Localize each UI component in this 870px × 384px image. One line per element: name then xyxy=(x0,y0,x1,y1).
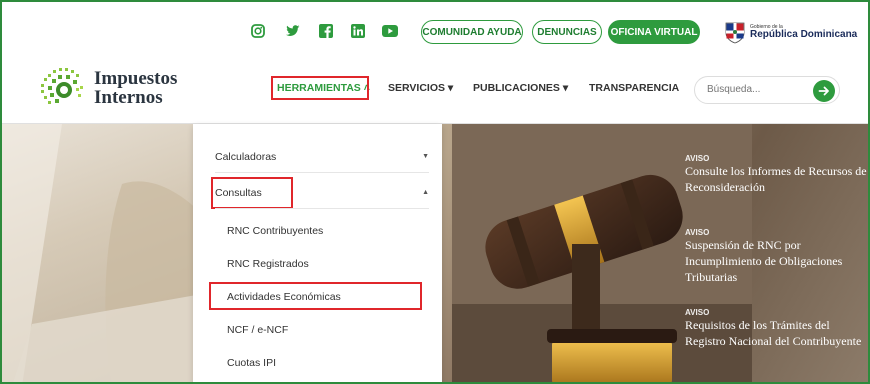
chevron-up-icon: ▲ xyxy=(422,189,429,196)
divider xyxy=(215,172,429,173)
top-bar: COMUNIDAD AYUDA DENUNCIAS OFICINA VIRTUA… xyxy=(2,2,868,52)
coat-of-arms-icon xyxy=(725,22,745,44)
page-frame: COMUNIDAD AYUDA DENUNCIAS OFICINA VIRTUA… xyxy=(0,0,870,384)
highlight-herramientas xyxy=(271,76,369,100)
highlight-actividades xyxy=(209,282,422,310)
news-title: Consulte los Informes de Recursos de Rec… xyxy=(685,164,867,194)
linkedin-icon[interactable] xyxy=(350,23,366,39)
news-title: Suspensión de RNC por Incumplimiento de … xyxy=(685,238,843,284)
nav-transparencia[interactable]: TRANSPARENCIA xyxy=(589,82,679,94)
sun-logo-icon xyxy=(41,68,83,104)
submenu-rnc-registrados[interactable]: RNC Registrados xyxy=(227,258,309,270)
menu-item-calculadoras[interactable]: Calculadoras ▼ xyxy=(215,151,429,163)
news-item[interactable]: AVISO Suspensión de RNC por Incumplimien… xyxy=(685,228,868,285)
arrow-right-icon xyxy=(818,86,829,96)
news-item[interactable]: AVISO Requisitos de los Trámites del Reg… xyxy=(685,308,868,349)
news-title: Requisitos de los Trámites del Registro … xyxy=(685,318,862,348)
search-submit-button[interactable] xyxy=(813,80,835,102)
gov-big-text: República Dominicana xyxy=(750,28,858,40)
submenu-cuotas-ipi[interactable]: Cuotas IPI xyxy=(227,357,276,369)
instagram-icon[interactable] xyxy=(250,23,266,39)
divider xyxy=(215,208,429,209)
search-box xyxy=(694,76,840,104)
logo-line-2: Internos xyxy=(94,87,163,108)
nav-publicaciones[interactable]: PUBLICACIONES ▾ xyxy=(473,82,568,94)
gobierno-logo[interactable]: Gobierno de la República Dominicana xyxy=(724,20,857,44)
facebook-icon[interactable] xyxy=(318,23,334,39)
submenu-ncf[interactable]: NCF / e-NCF xyxy=(227,324,288,336)
nav-servicios[interactable]: SERVICIOS ▾ xyxy=(388,82,453,94)
twitter-icon[interactable] xyxy=(285,23,301,39)
main-nav: Impuestos Internos HERRAMIENTAS ˄ SERVIC… xyxy=(2,52,868,124)
comunidad-ayuda-button[interactable]: COMUNIDAD AYUDA xyxy=(421,20,523,44)
highlight-consultas xyxy=(211,177,293,209)
oficina-virtual-button[interactable]: OFICINA VIRTUAL xyxy=(608,20,700,44)
dgii-logo[interactable]: Impuestos Internos xyxy=(40,66,177,110)
herramientas-dropdown: Calculadoras ▼ Consultas ▲ RNC Contribuy… xyxy=(193,124,442,382)
denuncias-button[interactable]: DENUNCIAS xyxy=(532,20,602,44)
youtube-icon[interactable] xyxy=(382,23,398,39)
chevron-down-icon: ▼ xyxy=(422,153,429,160)
news-tag: AVISO xyxy=(685,154,710,163)
news-item[interactable]: AVISO Consulte los Informes de Recursos … xyxy=(685,154,868,195)
search-input[interactable] xyxy=(707,84,807,95)
news-tag: AVISO xyxy=(685,228,710,237)
submenu-rnc-contribuyentes[interactable]: RNC Contribuyentes xyxy=(227,225,323,237)
news-tag: AVISO xyxy=(685,308,710,317)
logo-line-1: Impuestos xyxy=(94,68,178,89)
menu-item-label: Calculadoras xyxy=(215,151,277,163)
hero-left-image xyxy=(2,124,202,382)
